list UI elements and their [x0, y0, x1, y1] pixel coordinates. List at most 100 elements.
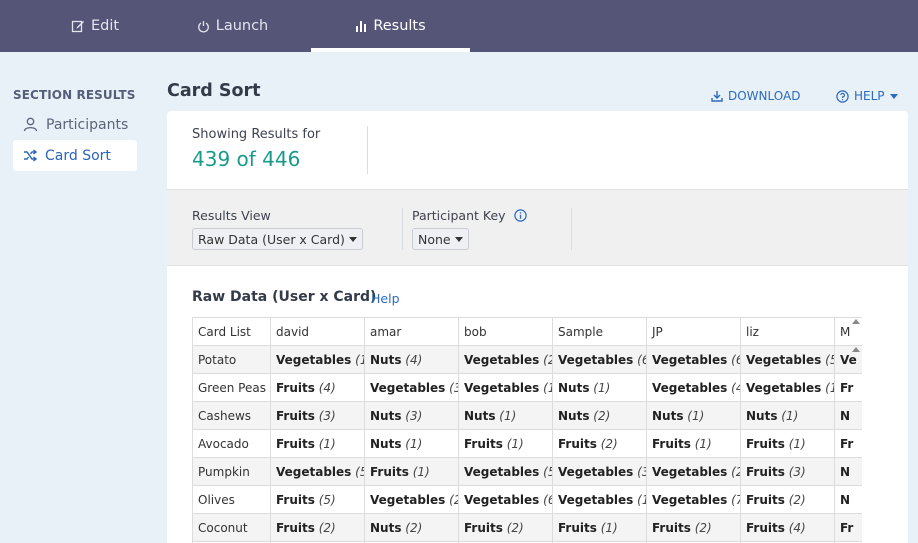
- edit-icon: [71, 19, 85, 33]
- raw-data-table-container[interactable]: Card List david amar bob Sample JP liz M Potato…: [192, 317, 862, 543]
- sidebar-item-label: Participants: [46, 116, 129, 133]
- category-name: Nuts: [370, 352, 402, 367]
- category-name: Fruits: [652, 436, 691, 451]
- tab-edit[interactable]: Edit: [30, 0, 160, 52]
- category-count: (1): [412, 464, 430, 479]
- sidebar-item-participants[interactable]: Participants: [13, 109, 137, 140]
- category-name: Fruits: [464, 436, 503, 451]
- category-cell: Vegetables (6): [552, 345, 647, 374]
- column-header-participant: bob: [458, 317, 553, 346]
- category-cell: Vegetables (4): [646, 373, 741, 402]
- category-cell: Vegetables (2): [646, 457, 741, 486]
- category-count: (3): [318, 408, 336, 423]
- table-row: PumpkinVegetables (5)Fruits (1)Vegetable…: [192, 457, 862, 486]
- category-count: (2): [731, 464, 739, 479]
- download-button[interactable]: DOWNLOAD: [711, 89, 800, 103]
- category-count: (7): [731, 492, 739, 507]
- category-name: Vegetables: [370, 380, 446, 395]
- help-circle-icon: [836, 89, 849, 103]
- divider: [402, 208, 403, 250]
- column-header-participant: liz: [740, 317, 835, 346]
- tab-results[interactable]: Results: [311, 0, 470, 52]
- table-row: Avocado Fruits (1) Nuts (1) Fruits (1) Fruit…: [192, 429, 862, 458]
- category-name: Vegetables: [464, 464, 540, 479]
- category-name: Nuts: [370, 436, 402, 451]
- category-cell: Vegetables (1): [458, 373, 553, 402]
- download-label: DOWNLOAD: [728, 89, 801, 103]
- category-name: Fruits: [652, 520, 691, 535]
- help-label: HELP: [854, 89, 885, 103]
- category-count: (4): [405, 352, 423, 367]
- info-icon[interactable]: [513, 209, 527, 222]
- category-cell: Nuts (1): [552, 373, 647, 402]
- category-name: Nuts: [558, 408, 590, 423]
- results-view-value: Raw Data (User x Card): [198, 231, 345, 247]
- category-count: (2): [694, 520, 712, 535]
- category-name: N: [840, 464, 851, 479]
- help-button[interactable]: HELP: [836, 89, 898, 103]
- category-name: Nuts: [370, 408, 402, 423]
- results-view-select[interactable]: Raw Data (User x Card): [192, 228, 363, 250]
- category-count: (2): [543, 352, 551, 367]
- column-header-card-list: Card List: [192, 317, 271, 346]
- category-cell: Fruits (2): [552, 429, 647, 458]
- category-cell: Vegetables (3): [552, 457, 647, 486]
- category-count: (4): [318, 380, 336, 395]
- category-cell: Fruits (4): [270, 373, 365, 402]
- sidebar-item-card-sort[interactable]: Card Sort: [13, 140, 137, 171]
- category-count: (2): [405, 520, 423, 535]
- category-count: (1): [543, 380, 551, 395]
- category-count: (2): [593, 408, 611, 423]
- table-row: PotatoVegetables (1)Nuts (4)Vegetables (…: [192, 345, 862, 374]
- category-name: Vegetables: [746, 380, 822, 395]
- category-count: (3): [405, 408, 423, 423]
- raw-data-title: Raw Data (User x Card): [192, 289, 377, 305]
- category-cell: Fruits (1): [458, 429, 553, 458]
- vertical-scrollbar[interactable]: [850, 317, 862, 543]
- participant-key-label-text: Participant Key: [412, 208, 506, 223]
- shuffle-icon: [23, 149, 37, 162]
- scroll-up-arrow-icon[interactable]: [852, 319, 860, 324]
- table-row: Cashews Fruits (3) Nuts (3) Nuts (1) Nuts (2…: [192, 401, 862, 430]
- tab-launch[interactable]: Launch: [165, 0, 300, 52]
- category-count: (1): [405, 436, 423, 451]
- participant-key-select[interactable]: None: [412, 228, 469, 250]
- category-cell: Fruits (1): [740, 429, 835, 458]
- raw-data-help-link[interactable]: Help: [371, 291, 400, 306]
- card-name-cell: Potato: [192, 345, 271, 374]
- category-name: Fruits: [746, 520, 785, 535]
- category-count: (1): [637, 492, 645, 507]
- category-name: Vegetables: [558, 492, 634, 507]
- category-name: Fruits: [276, 408, 315, 423]
- category-cell: Vegetables (1): [270, 345, 365, 374]
- card-name-cell: Coconut: [192, 513, 271, 542]
- category-count: (1): [506, 436, 524, 451]
- participant-key-value: None: [418, 231, 451, 247]
- category-count: (5): [355, 464, 363, 479]
- category-count: (1): [593, 380, 611, 395]
- category-cell: Vegetables (3): [364, 373, 459, 402]
- divider: [571, 208, 572, 250]
- category-cell: Fruits (1): [270, 429, 365, 458]
- category-count: (6): [637, 352, 645, 367]
- column-header-participant: david: [270, 317, 365, 346]
- showing-results-label: Showing Results for: [192, 127, 321, 142]
- category-count: (1): [788, 436, 806, 451]
- category-name: Vegetables: [464, 492, 540, 507]
- category-count: (3): [788, 464, 806, 479]
- category-name: Fruits: [276, 520, 315, 535]
- scroll-up-arrow-icon[interactable]: [852, 347, 860, 352]
- table-header-row: Card List david amar bob Sample JP liz M: [192, 317, 862, 346]
- category-name: N: [840, 408, 851, 423]
- category-cell: Vegetables (5): [458, 457, 553, 486]
- category-cell: Nuts (1): [646, 401, 741, 430]
- category-cell: Vegetables (2): [364, 485, 459, 514]
- category-name: Nuts: [464, 408, 496, 423]
- category-cell: Nuts (4): [364, 345, 459, 374]
- user-icon: [23, 117, 38, 132]
- category-name: Vegetables: [558, 352, 634, 367]
- category-name: Fruits: [558, 436, 597, 451]
- category-cell: Fruits (1): [364, 457, 459, 486]
- category-cell: Nuts (1): [458, 401, 553, 430]
- category-name: Fruits: [276, 380, 315, 395]
